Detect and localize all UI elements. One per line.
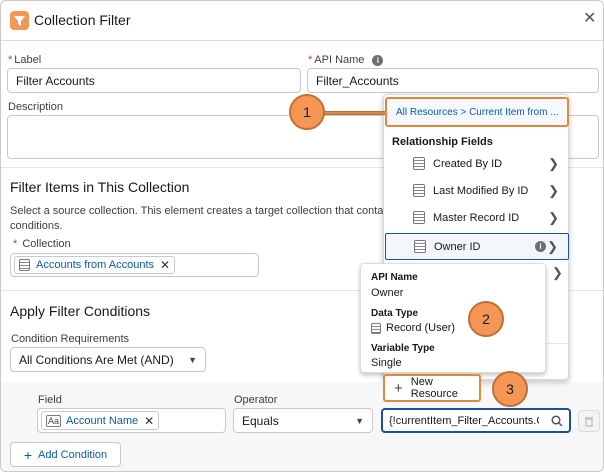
label-input[interactable]: Filter Accounts <box>7 68 301 93</box>
filter-items-help: Select a source collection. This element… <box>10 205 392 217</box>
dialog: Collection Filter ✕ * Label Filter Accoun… <box>0 0 604 472</box>
api-name-input[interactable]: Filter_Accounts <box>307 68 599 93</box>
condition-req-select[interactable]: All Conditions Are Met (AND) ▼ <box>10 347 206 372</box>
remove-icon[interactable]: ✕ <box>160 258 170 272</box>
label-field-label: * Label <box>8 54 42 66</box>
resource-item-label: Owner ID <box>434 240 481 253</box>
tooltip-api-name-key: API Name <box>371 272 418 283</box>
callout-connector <box>323 111 385 115</box>
chevron-right-icon: ❯ <box>552 265 563 280</box>
operator-label: Operator <box>234 394 278 406</box>
field-label: Field <box>38 394 62 406</box>
add-icon: + <box>394 379 403 397</box>
add-condition-label: Add Condition <box>38 448 108 461</box>
tooltip-data-type-value: Record (User) <box>371 322 455 334</box>
delete-condition-button[interactable] <box>578 410 600 432</box>
dialog-header: Collection Filter ✕ <box>1 1 603 41</box>
add-icon: + <box>23 446 33 463</box>
chevron-down-icon: ▼ <box>355 415 364 426</box>
description-label: Description <box>8 101 64 113</box>
resource-item-owner-id[interactable]: Owner ID i ❯ <box>385 233 569 260</box>
collection-pill[interactable]: Accounts from Accounts ✕ <box>14 256 176 274</box>
resource-item-label: Master Record ID <box>433 211 520 224</box>
collection-pill-label: Accounts from Accounts <box>36 259 154 271</box>
filter-items-title: Filter Items in This Collection <box>10 179 190 195</box>
tooltip-variable-type-value: Single <box>371 357 402 369</box>
close-icon[interactable]: ✕ <box>583 11 596 27</box>
resource-item[interactable]: Created By ID ❯ <box>385 150 569 177</box>
resource-item-label: Created By ID <box>433 157 503 170</box>
chevron-right-icon: ❯ <box>548 209 559 225</box>
collection-input[interactable]: Accounts from Accounts ✕ <box>10 253 259 277</box>
chevron-right-icon: ❯ <box>547 238 558 254</box>
collection-label: * Collection <box>13 238 71 250</box>
tooltip-variable-type-key: Variable Type <box>371 343 435 354</box>
condition-req-value: All Conditions Are Met (AND) <box>19 352 174 367</box>
record-icon <box>413 211 425 224</box>
callout-1: 1 <box>289 94 325 130</box>
chevron-down-icon: ▼ <box>188 354 197 365</box>
new-resource-label: New Resource <box>410 376 458 400</box>
value-input[interactable]: {!currentItem_Filter_Accounts.O <box>381 408 571 433</box>
record-icon <box>413 184 425 197</box>
resource-item[interactable]: Last Modified By ID ❯ <box>385 177 569 204</box>
operator-select[interactable]: Equals ▼ <box>233 408 373 433</box>
filter-items-help-wrap: conditions. <box>10 220 63 232</box>
record-icon <box>371 322 381 334</box>
field-pill[interactable]: Aa Account Name ✕ <box>41 411 160 430</box>
collection-icon <box>19 259 30 271</box>
relationship-fields-header: Relationship Fields <box>392 136 493 148</box>
new-resource-button[interactable]: + New Resource <box>383 374 481 402</box>
field-details-tooltip: API Name Owner Data Type Record (User) V… <box>360 263 546 373</box>
resource-item-label: Last Modified By ID <box>433 184 529 197</box>
tooltip-data-type-key: Data Type <box>371 308 419 319</box>
text-field-icon: Aa <box>46 414 62 427</box>
tooltip-api-name-value: Owner <box>371 287 404 299</box>
remove-icon[interactable]: ✕ <box>144 414 154 428</box>
field-pill-label: Account Name <box>66 414 139 427</box>
info-icon[interactable]: i <box>372 54 384 66</box>
operator-value: Equals <box>242 413 279 428</box>
filter-icon <box>10 11 29 30</box>
search-icon <box>551 414 563 427</box>
record-icon <box>414 240 426 253</box>
value-text: {!currentItem_Filter_Accounts.O <box>389 414 539 427</box>
trash-icon <box>585 416 593 427</box>
api-name-label: * API Name i <box>308 54 384 66</box>
field-input[interactable]: Aa Account Name ✕ <box>37 408 226 433</box>
condition-req-label: Condition Requirements <box>11 333 130 345</box>
callout-3: 3 <box>492 371 528 407</box>
info-icon[interactable]: i <box>535 241 546 252</box>
resource-item[interactable]: Master Record ID ❯ <box>385 204 569 231</box>
apply-filter-title: Apply Filter Conditions <box>10 303 151 319</box>
add-condition-button[interactable]: + Add Condition <box>10 442 121 467</box>
tooltip-data-type-text: Record (User) <box>386 322 456 334</box>
resource-breadcrumb[interactable]: All Resources > Current Item from ... <box>385 97 569 127</box>
record-icon <box>413 157 425 170</box>
chevron-right-icon: ❯ <box>548 182 559 198</box>
callout-2: 2 <box>468 301 504 337</box>
chevron-right-icon: ❯ <box>548 155 559 171</box>
dialog-title: Collection Filter <box>34 12 131 28</box>
